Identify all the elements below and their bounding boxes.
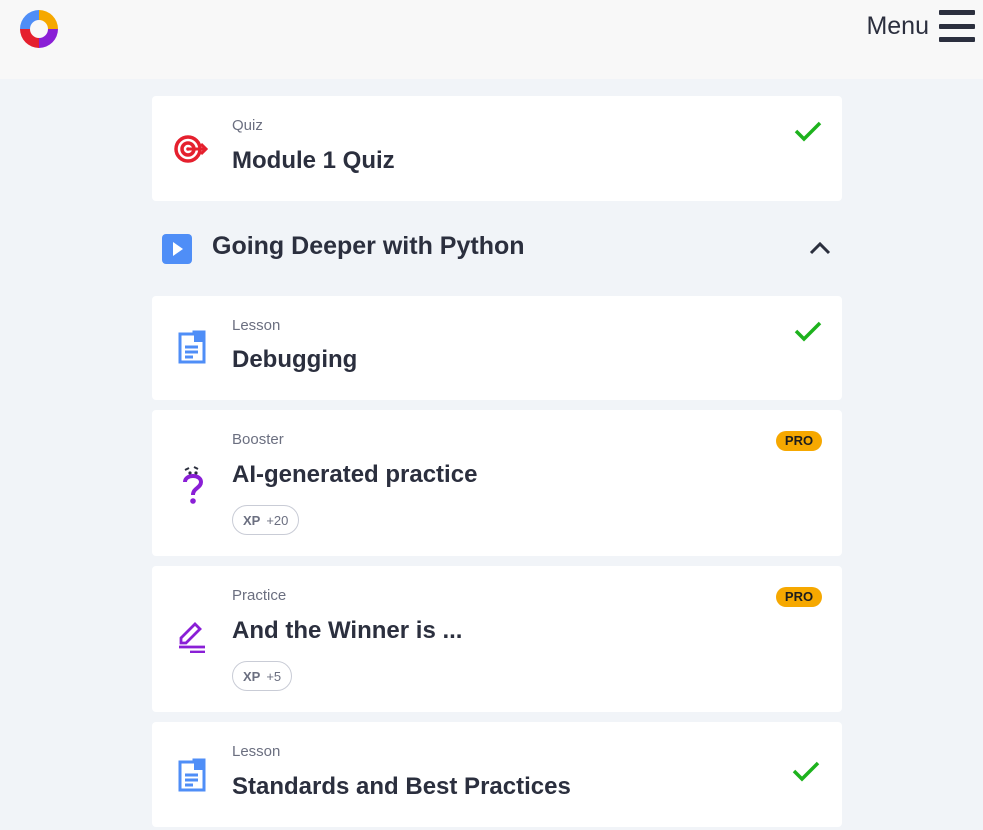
card-title: Standards and Best Practices (232, 773, 571, 800)
menu-label: Menu (866, 11, 929, 40)
check-icon (794, 120, 822, 147)
check-icon (792, 760, 820, 787)
menu-button[interactable]: Menu (866, 10, 975, 42)
target-icon (174, 134, 209, 169)
play-icon (162, 234, 192, 264)
edit-icon (177, 621, 207, 658)
card-kind: Lesson (232, 743, 281, 760)
chevron-up-icon[interactable] (808, 238, 832, 258)
xp-value: +20 (266, 512, 289, 528)
document-icon (178, 758, 206, 799)
pro-badge: PRO (776, 587, 822, 607)
card-kind: Practice (232, 587, 287, 604)
card-module-1-quiz[interactable]: Quiz Module 1 Quiz (152, 96, 842, 201)
card-debugging[interactable]: Lesson Debugging (152, 296, 842, 400)
card-and-the-winner-is[interactable]: Practice And the Winner is ... PRO XP +5 (152, 566, 842, 712)
xp-value: +5 (266, 668, 282, 684)
check-icon (794, 320, 822, 347)
card-kind: Quiz (232, 117, 263, 134)
pro-badge: PRO (776, 431, 822, 451)
top-bar: Menu (0, 0, 983, 79)
card-ai-generated-practice[interactable]: Booster AI-generated practice PRO XP +20 (152, 410, 842, 556)
xp-pill: XP +20 (232, 505, 300, 535)
section-title: Going Deeper with Python (212, 232, 525, 260)
card-kind: Lesson (232, 317, 281, 334)
card-title: Debugging (232, 346, 358, 373)
xp-label: XP (243, 668, 261, 684)
xp-pill: XP +5 (232, 661, 293, 691)
card-standards-and-best-practices[interactable]: Lesson Standards and Best Practices (152, 722, 842, 827)
card-title: And the Winner is ... (232, 617, 463, 644)
card-kind: Booster (232, 431, 284, 448)
card-title: AI-generated practice (232, 461, 478, 488)
app-logo[interactable] (16, 6, 62, 52)
question-icon (180, 464, 206, 509)
xp-label: XP (243, 512, 261, 528)
section-header[interactable]: Going Deeper with Python (152, 222, 842, 274)
document-icon (178, 330, 206, 371)
hamburger-icon (939, 10, 975, 42)
card-title: Module 1 Quiz (232, 147, 395, 174)
